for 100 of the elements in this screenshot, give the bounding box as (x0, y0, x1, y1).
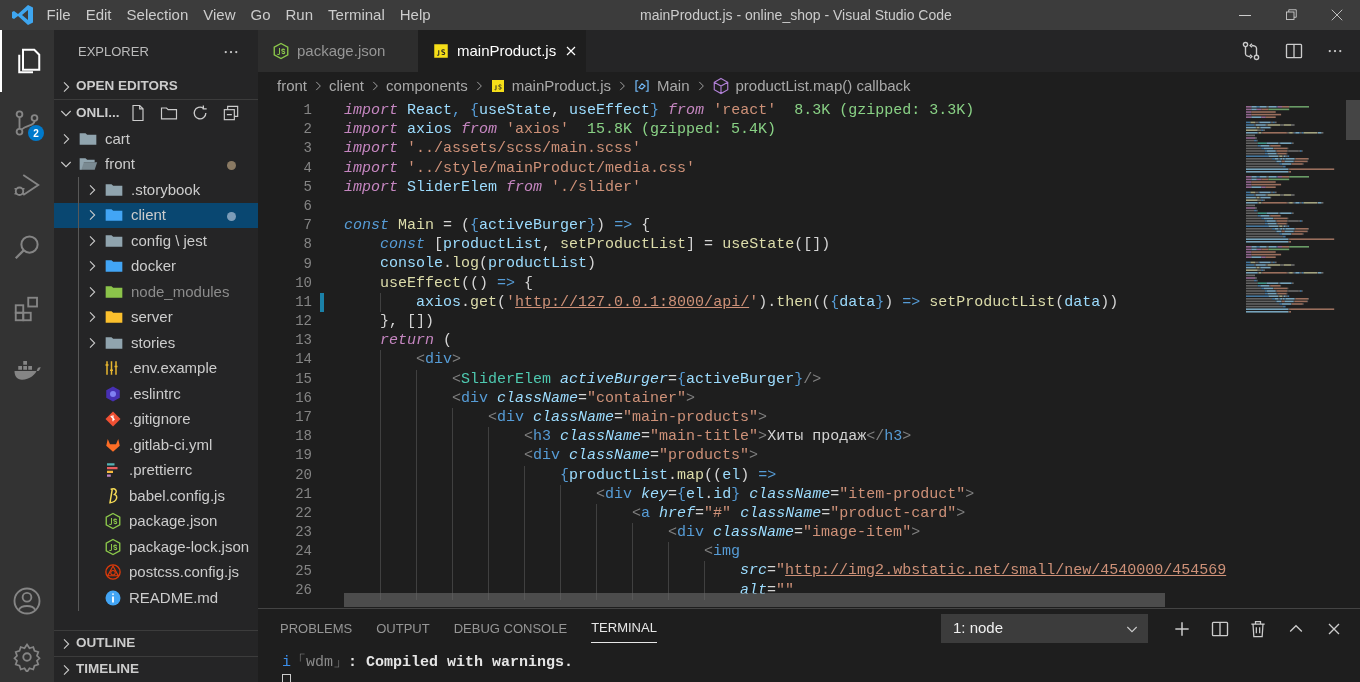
horizontal-scrollbar[interactable] (344, 592, 1165, 607)
line-number: 26 (294, 580, 312, 600)
line-number: 17 (294, 408, 312, 428)
menu-item[interactable]: Terminal (320, 3, 393, 27)
line-number: 20 (294, 465, 312, 485)
menu-item[interactable]: File (39, 3, 79, 27)
line-number: 23 (294, 523, 312, 543)
code-line: import React, {useState, useEffect} from 'react' 8.3K (gzipped: 3.3K) (344, 101, 975, 119)
activity-bar-button[interactable]: 2 (0, 92, 54, 154)
tree-item[interactable]: config \ jest (54, 228, 258, 254)
tree-item[interactable]: .gitignore (54, 406, 258, 432)
code-line: <SliderElem activeBurger={activeBurger}/> (451, 370, 822, 388)
tree-item[interactable]: node_modules (54, 279, 258, 305)
line-number: 8 (302, 235, 312, 255)
tree-item[interactable]: stories (54, 330, 258, 356)
section-header[interactable]: OPEN EDITORS (54, 74, 258, 100)
line-number: 2 (302, 120, 312, 140)
terminal-select[interactable]: 1: node (941, 614, 1148, 643)
line-number: 19 (294, 446, 312, 466)
js-file-icon (432, 42, 450, 60)
editor-tab[interactable]: mainProduct.js (418, 30, 586, 72)
line-number: 16 (294, 388, 312, 408)
tree-item[interactable]: package-lock.json (54, 534, 258, 560)
menu-item[interactable]: Edit (78, 3, 120, 27)
search-icon (12, 232, 42, 262)
tree-item[interactable]: docker (54, 253, 258, 279)
code-line: src="http://img2.wbstatic.net/small/new/4540000/454569 (739, 562, 1227, 580)
tree-item[interactable]: client (54, 202, 258, 228)
menu-item[interactable]: Run (278, 3, 321, 27)
section-header[interactable]: ONLI... (54, 100, 258, 126)
code-line: const Main = ({activeBurger}) => { (344, 217, 651, 235)
trash-icon[interactable] (1248, 618, 1268, 639)
panel-tab[interactable]: DEBUG CONSOLE (453, 614, 568, 643)
tree-item[interactable]: front (54, 151, 258, 177)
line-number: 18 (294, 427, 312, 447)
tree-item[interactable]: .eslintrc (54, 381, 258, 407)
code-line: console.log(productList) (379, 255, 597, 273)
breadcrumb-item[interactable]: productList.map() callback (711, 74, 911, 98)
code-line: <h3 className="main-title">Хиты продаж</h3> (523, 428, 912, 446)
code-line: import axios from 'axios' 15.8K (gzipped: 5.4K) (344, 121, 777, 139)
count-badge: 2 (28, 125, 44, 141)
breadcrumb-item[interactable]: mainProduct.js (489, 74, 611, 98)
hexagon-icon (272, 42, 290, 60)
code-line: <div key={el.id} className="item-product"> (595, 485, 975, 503)
account-icon (12, 586, 42, 616)
tree-item[interactable]: babel.config.js (54, 483, 258, 509)
code-line: }, []) (379, 313, 434, 330)
line-number: 21 (294, 484, 312, 504)
compare-changes-icon[interactable] (1240, 40, 1262, 62)
line-number: 13 (294, 331, 312, 351)
line-number: 4 (302, 158, 312, 178)
menu-item[interactable]: Go (243, 3, 278, 27)
panel-tab[interactable]: OUTPUT (376, 614, 430, 643)
breadcrumb-item[interactable]: front (277, 74, 307, 98)
code-line: <div className="products"> (523, 447, 759, 465)
code-line: <div className="container"> (451, 389, 696, 407)
breadcrumb-item[interactable]: components (386, 74, 468, 98)
git-diamond-icon (104, 410, 122, 429)
hexagon-icon (104, 512, 122, 531)
tree-item[interactable]: .env.example (54, 355, 258, 381)
tree-item[interactable]: cart (54, 126, 258, 152)
log-level: i (282, 652, 291, 673)
menu-item[interactable]: Help (392, 3, 439, 27)
line-number: 22 (294, 503, 312, 523)
line-number: 9 (302, 254, 312, 274)
hexagon-icon (104, 537, 122, 556)
code-line: {productList.map((el) => (559, 466, 777, 484)
info-icon (104, 588, 122, 607)
tree-item[interactable]: postcss.config.js (54, 559, 258, 585)
code-line: const [productList, setProductList] = useState([]) (379, 236, 831, 254)
split-editor-icon[interactable] (1284, 41, 1304, 61)
editor-tab[interactable]: package.json (258, 30, 418, 72)
code-line: <div className="main-products"> (487, 408, 768, 426)
code-line: axios.get('http://127.0.0.1:8000/api/').then(({data}) => setProductList(data)) (415, 293, 1119, 311)
tree-item[interactable]: .gitlab-ci.yml (54, 432, 258, 458)
code-line: import '../style/mainProduct/media.css' (344, 159, 696, 177)
code-line: alt="" (739, 581, 795, 599)
breadcrumb-item[interactable]: client (329, 74, 365, 98)
tree-item[interactable]: .storybook (54, 177, 258, 203)
menu-item[interactable]: View (195, 3, 243, 27)
tree-item[interactable]: package.json (54, 508, 258, 534)
line-number: 11 (294, 292, 312, 312)
breadcrumb-item[interactable]: Main (633, 74, 690, 98)
line-number: 25 (294, 561, 312, 581)
settings-icon (12, 642, 42, 672)
code-line: <div className="image-item"> (667, 524, 921, 542)
tree-item[interactable]: README.md (54, 585, 258, 611)
panel-tab[interactable]: TERMINAL (591, 614, 657, 643)
tree-item[interactable]: .prettierrc (54, 457, 258, 483)
tree-item[interactable]: server (54, 304, 258, 330)
line-number: 1 (302, 101, 312, 121)
code-line: import '../assets/scss/main.scss' (344, 140, 642, 158)
panel-tab[interactable]: PROBLEMS (280, 614, 353, 643)
menu-item[interactable]: Selection (119, 3, 196, 27)
minimize-icon (1239, 14, 1251, 16)
log-message: : Compiled with warnings. (348, 652, 574, 673)
line-number: 24 (294, 542, 312, 562)
code-line: <img (703, 543, 741, 561)
code-line: return ( (379, 332, 453, 350)
cube-icon (711, 76, 730, 95)
